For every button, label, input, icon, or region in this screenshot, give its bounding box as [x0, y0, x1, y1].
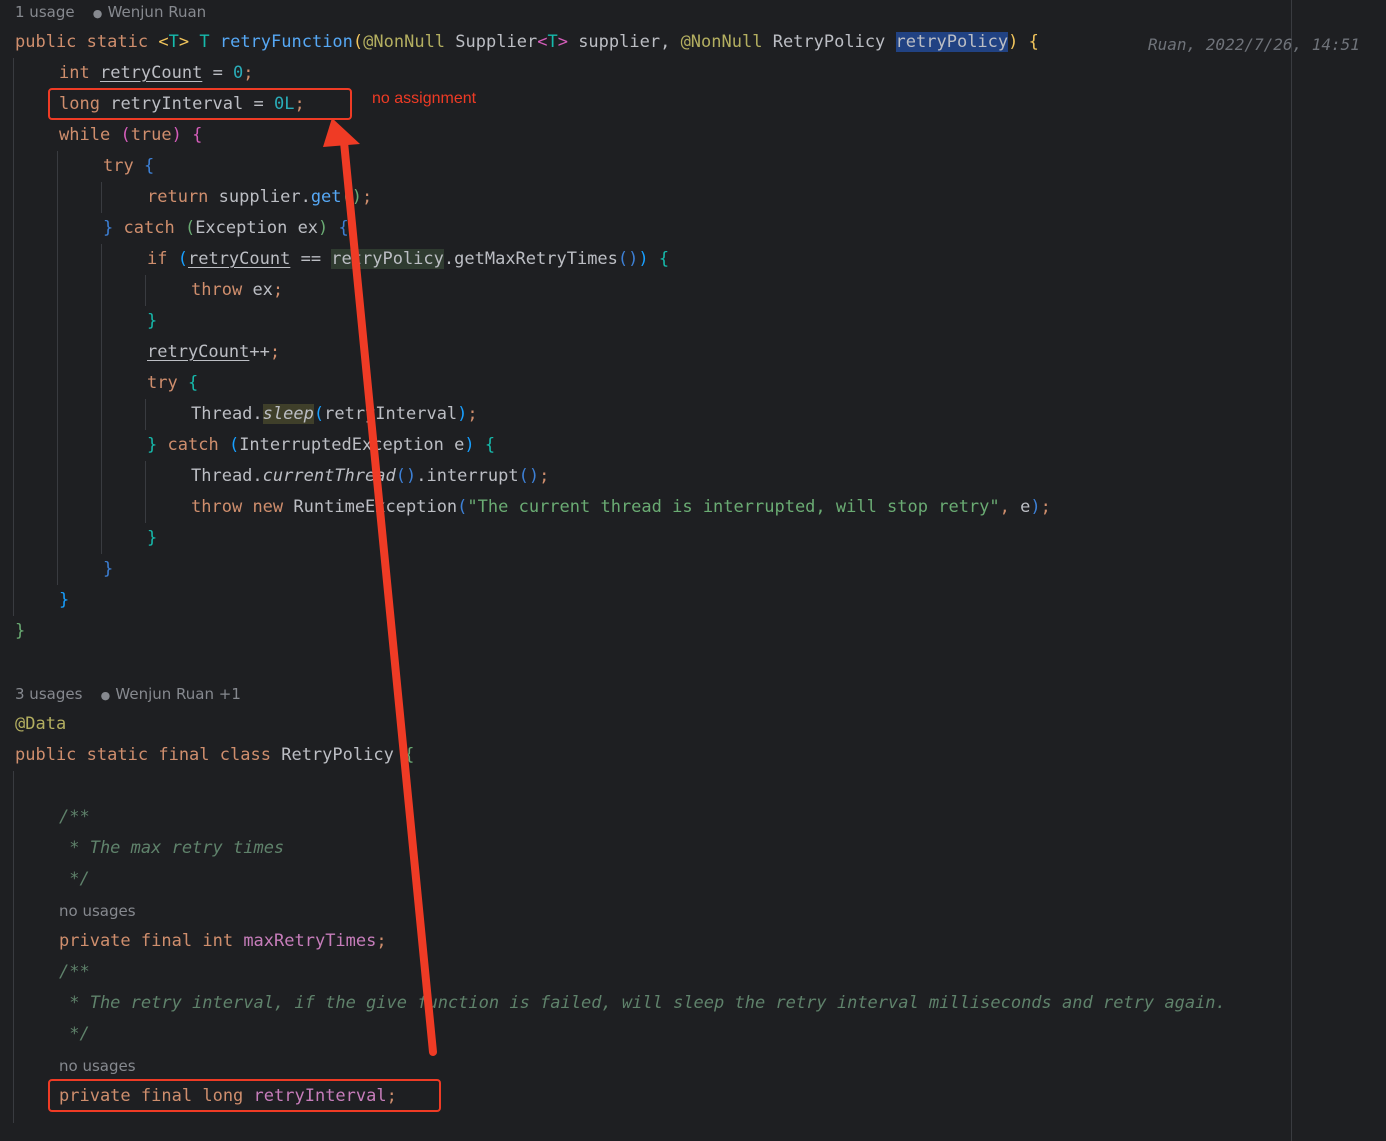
arrow-shaft — [340, 138, 437, 1056]
annotation-arrow — [323, 118, 437, 1056]
code-editor[interactable]: 1 usage ● Wenjun Ruan Ruan, 2022/7/26, 14:… — [0, 0, 1386, 1141]
arrow-head — [323, 118, 360, 147]
